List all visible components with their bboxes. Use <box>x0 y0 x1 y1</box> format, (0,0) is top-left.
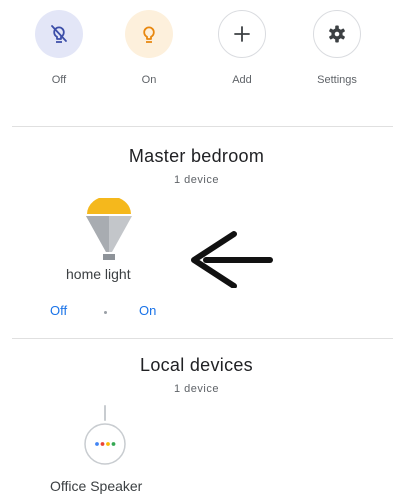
light-off-button[interactable]: Off <box>50 303 67 318</box>
off-label: Off <box>51 74 67 86</box>
settings-label: Settings <box>317 74 357 86</box>
divider-middle <box>12 338 393 339</box>
divider-top <box>12 126 393 127</box>
settings-action[interactable]: Settings <box>309 10 365 86</box>
device-tile-home-light[interactable]: home light <box>60 196 170 291</box>
off-button[interactable] <box>35 10 83 58</box>
off-action[interactable]: Off <box>31 10 87 86</box>
device-tile-office-speaker[interactable]: Office Speaker <box>50 404 170 494</box>
control-separator-dot <box>104 311 107 314</box>
add-button[interactable] <box>218 10 266 58</box>
on-button[interactable] <box>125 10 173 58</box>
gear-icon <box>329 25 345 43</box>
on-label: On <box>141 74 157 86</box>
settings-button[interactable] <box>313 10 361 58</box>
device-name: home light <box>66 266 131 282</box>
add-action[interactable]: Add <box>214 10 270 86</box>
room-title-local: Local devices <box>140 355 253 375</box>
room-device-count-local: 1 device <box>174 383 219 395</box>
plus-icon <box>234 26 250 42</box>
arrow-pointer <box>191 231 273 288</box>
device-name-speaker: Office Speaker <box>50 478 143 494</box>
add-label: Add <box>232 74 252 86</box>
light-bulb-icon <box>86 198 132 260</box>
room-device-count: 1 device <box>174 174 219 186</box>
bulb-off-icon <box>51 25 67 43</box>
light-on-button[interactable]: On <box>139 303 156 318</box>
bulb-on-icon <box>143 26 155 43</box>
on-action[interactable]: On <box>121 10 177 86</box>
smart-speaker-icon <box>84 405 126 465</box>
room-title: Master bedroom <box>128 146 265 166</box>
